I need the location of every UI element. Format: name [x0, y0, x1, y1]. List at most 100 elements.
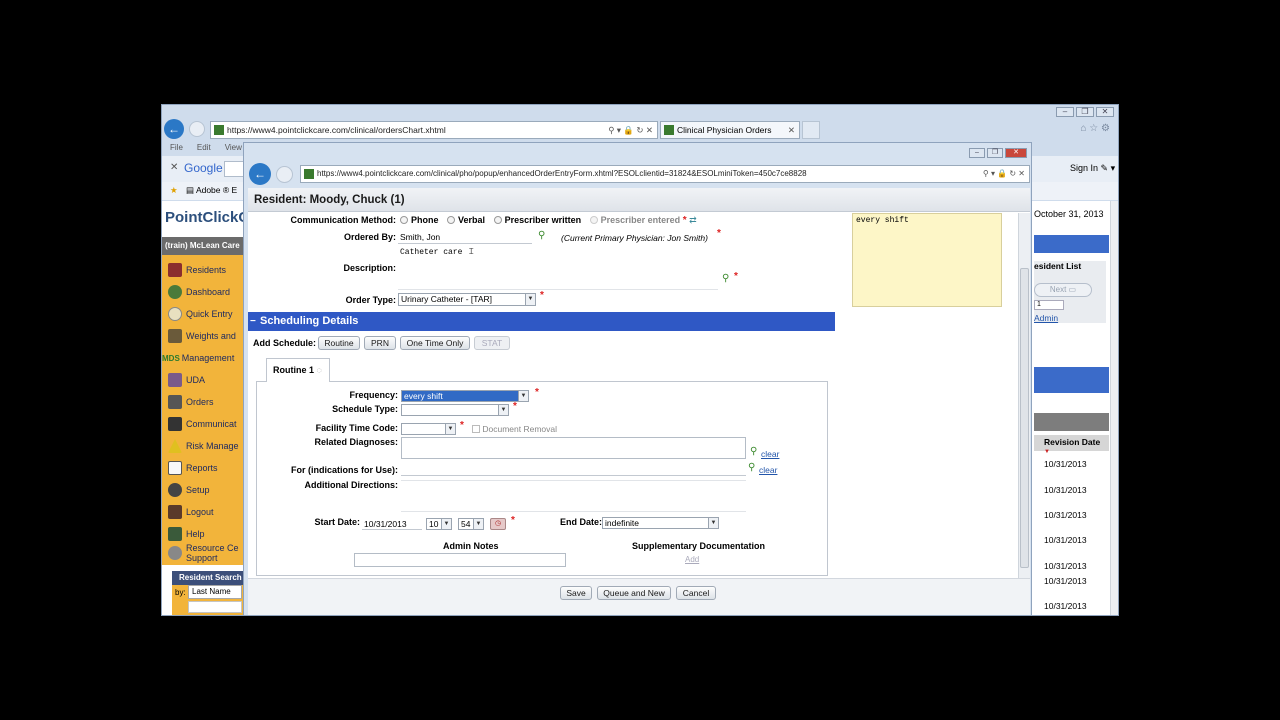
ordered-by-input[interactable]: Smith, Jon — [398, 231, 532, 244]
restore-icon[interactable]: ❐ — [1076, 107, 1094, 117]
search-magnifier-icon[interactable]: ⚲ — [722, 274, 732, 284]
residents-icon — [168, 263, 182, 277]
radio-prescriber-written[interactable]: Prescriber written — [493, 215, 581, 225]
popup-address-bar[interactable]: https://www4.pointclickcare.com/clinical… — [300, 165, 1030, 183]
favorite-adobe[interactable]: ▤ Adobe ® E — [186, 185, 237, 196]
sign-in-link[interactable]: Sign In ✎ ▾ — [1070, 163, 1115, 174]
document-removal-checkbox[interactable]: Document Removal — [472, 424, 557, 434]
menu-file[interactable]: File — [170, 143, 183, 152]
facility-time-code-select[interactable]: ▼ — [401, 423, 456, 435]
back-arrow-icon[interactable]: ← — [249, 163, 271, 185]
sidebar-item-setup[interactable]: Setup — [168, 480, 246, 500]
frequency-select[interactable]: every shift ▼ — [401, 390, 529, 402]
routine-button[interactable]: Routine — [318, 336, 360, 350]
close-icon[interactable]: ✕ — [1005, 148, 1027, 158]
back-scrollbar[interactable] — [1110, 201, 1118, 615]
search-magnifier-icon[interactable]: ⚲ — [750, 447, 760, 457]
minimize-icon[interactable]: – — [1056, 107, 1074, 117]
related-diagnoses-label: Related Diagnoses: — [314, 437, 398, 447]
resident-search-input[interactable] — [188, 601, 242, 613]
clear-indications-link[interactable]: clear — [759, 465, 777, 475]
home-star-gear-icon[interactable]: ⌂ ☆ ⚙ — [1080, 123, 1110, 134]
scheduling-details-header[interactable]: − Scheduling Details — [248, 312, 835, 331]
sidebar-item-reports[interactable]: Reports — [168, 458, 246, 478]
additional-directions-textarea[interactable] — [401, 480, 746, 512]
next-button[interactable]: Next ▭ — [1034, 283, 1092, 297]
remove-schedule-icon[interactable]: ◌ — [317, 365, 322, 375]
queue-and-new-button[interactable]: Queue and New — [597, 586, 671, 600]
search-refresh-stop-icon[interactable]: ⚲ ▾ 🔒 ↻ ✕ — [978, 166, 1025, 182]
radio-verbal[interactable]: Verbal — [447, 215, 485, 225]
prn-button-label: PRN — [371, 338, 389, 348]
sidebar-item-label: UDA — [186, 375, 206, 385]
back-address-bar[interactable]: https://www4.pointclickcare.com/clinical… — [210, 121, 658, 139]
swap-arrows-icon[interactable]: ⇄ — [689, 215, 697, 225]
sidebar-item-help[interactable]: Help — [168, 524, 246, 544]
revision-date-header[interactable]: Revision Date ▼ — [1034, 435, 1109, 455]
prn-button[interactable]: PRN — [364, 336, 396, 350]
start-date-input[interactable]: 10/31/2013 — [362, 518, 422, 530]
end-date-value: indefinite — [605, 518, 640, 528]
admin-notes-input[interactable] — [354, 553, 566, 567]
collapse-icon[interactable]: − — [250, 312, 256, 331]
sidebar-item-logout[interactable]: Logout — [168, 502, 246, 522]
radio-phone[interactable]: Phone — [400, 215, 439, 225]
sidebar-item-quick-entry[interactable]: Quick Entry — [168, 304, 246, 324]
sidebar-item-communication[interactable]: Communicat — [168, 414, 246, 434]
required-marker: * — [682, 215, 687, 226]
menu-view[interactable]: View — [225, 143, 242, 152]
popup-scrollbar[interactable] — [1018, 213, 1030, 583]
page-number-input[interactable]: 1 — [1034, 300, 1064, 310]
menu-edit[interactable]: Edit — [197, 143, 211, 152]
close-toolbar-icon[interactable]: ✕ — [170, 162, 178, 173]
new-tab-button[interactable] — [802, 121, 820, 139]
sidebar-item-risk-management[interactable]: Risk Manage — [168, 436, 246, 456]
start-minute-select[interactable]: 54 ▼ — [458, 518, 484, 530]
sidebar-item-orders[interactable]: Orders — [168, 392, 246, 412]
cancel-button[interactable]: Cancel — [676, 586, 716, 600]
tab-clinical-physician-orders[interactable]: Clinical Physician Orders ✕ — [660, 121, 800, 139]
sidebar-item-weights[interactable]: Weights and — [168, 326, 246, 346]
search-magnifier-icon[interactable]: ⚲ — [748, 463, 758, 473]
tab-label: Routine — [273, 365, 307, 375]
sidebar-item-uda[interactable]: UDA — [168, 370, 246, 390]
one-time-only-button[interactable]: One Time Only — [400, 336, 470, 350]
search-magnifier-icon[interactable]: ⚲ — [538, 231, 548, 241]
reports-icon — [168, 461, 182, 475]
order-entry-popup-window: – ❐ ✕ ← https://www4.pointclickcare.com/… — [243, 142, 1032, 616]
sidebar-item-resource-center[interactable]: Resource Ce Support — [168, 543, 246, 567]
indications-input[interactable] — [401, 464, 746, 476]
sidebar-item-dashboard[interactable]: Dashboard — [168, 282, 246, 302]
pointclickcare-logo: PointClickC — [165, 209, 246, 226]
close-tab-icon[interactable]: ✕ — [788, 122, 795, 138]
search-by-select[interactable]: Last Name — [188, 585, 242, 599]
stat-button-label: STAT — [481, 338, 503, 348]
description-textarea[interactable]: Catheter care Ｉ — [398, 247, 718, 290]
clock-icon[interactable]: ◷ — [490, 518, 506, 530]
restore-icon[interactable]: ❐ — [987, 148, 1003, 158]
favorites-star-icon[interactable]: ★ — [170, 185, 178, 196]
radio-icon — [447, 216, 456, 224]
end-date-select[interactable]: indefinite ▼ — [602, 517, 719, 529]
sidebar-item-residents[interactable]: Residents — [168, 260, 246, 280]
table-row: 10/31/2013 — [1044, 510, 1087, 520]
order-type-select[interactable]: Urinary Catheter - [TAR] ▼ — [398, 293, 536, 306]
close-icon[interactable]: ✕ — [1096, 107, 1114, 117]
sidebar-item-label: Residents — [186, 265, 227, 275]
tab-routine-1[interactable]: Routine 1 ◌ — [266, 358, 330, 382]
scroll-thumb[interactable] — [1020, 268, 1029, 568]
schedule-type-select[interactable]: ▼ — [401, 404, 509, 416]
related-diagnoses-input[interactable] — [401, 437, 746, 459]
forward-arrow-icon[interactable] — [276, 166, 293, 183]
start-hour-select[interactable]: 10 ▼ — [426, 518, 452, 530]
clear-diagnoses-link[interactable]: clear — [761, 449, 779, 459]
forward-arrow-icon[interactable] — [189, 121, 205, 137]
search-refresh-stop-icon[interactable]: ⚲ ▾ 🔒 ↻ ✕ — [608, 122, 653, 138]
wrench-icon[interactable]: ✎ ▾ — [1101, 163, 1116, 173]
required-marker: * — [535, 387, 539, 398]
back-arrow-icon[interactable]: ← — [164, 119, 184, 139]
admin-link[interactable]: Admin — [1034, 313, 1058, 323]
minimize-icon[interactable]: – — [969, 148, 985, 158]
sidebar-item-mds[interactable]: MDS Management — [162, 348, 240, 368]
save-button[interactable]: Save — [560, 586, 592, 600]
